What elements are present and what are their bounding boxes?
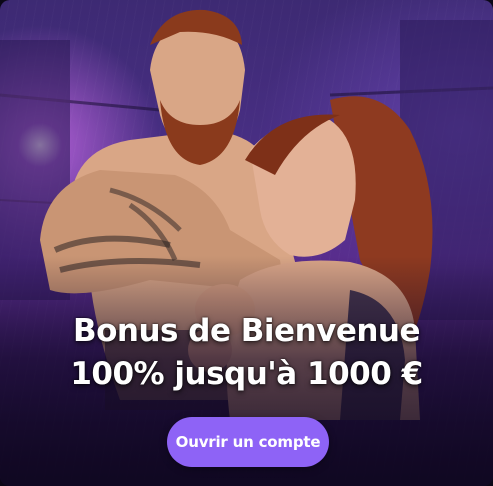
bonus-amount: 100% jusqu'à 1000 € bbox=[70, 356, 423, 392]
open-account-button[interactable]: Ouvrir un compte bbox=[167, 417, 329, 467]
welcome-bonus-banner: Bonus de Bienvenue 100% jusqu'à 1000 € O… bbox=[0, 0, 493, 486]
bonus-title: Bonus de Bienvenue bbox=[72, 313, 421, 349]
